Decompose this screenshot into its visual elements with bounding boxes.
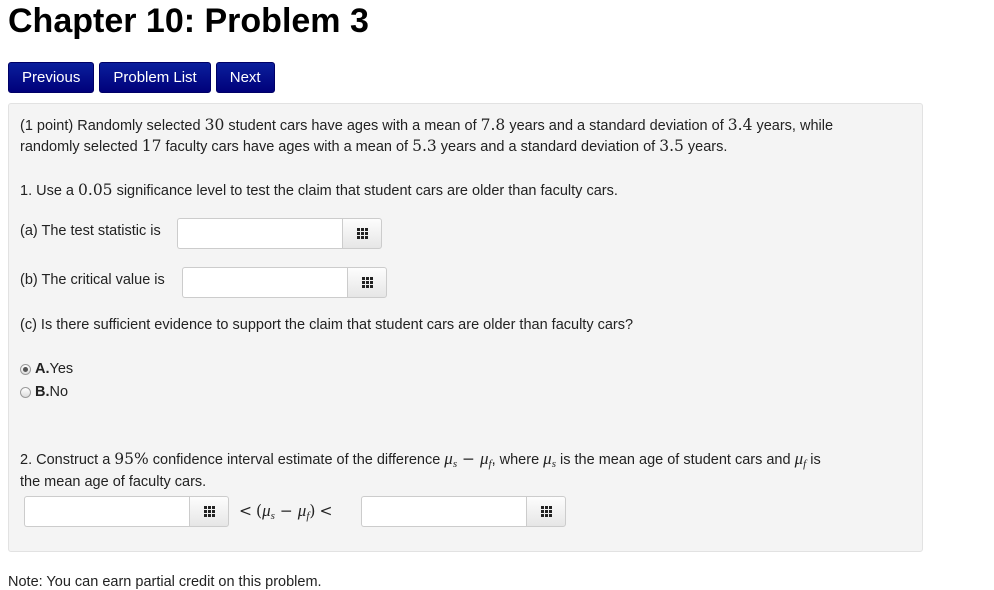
equation-editor-button[interactable] bbox=[347, 267, 387, 298]
part2-instruction-line-2: the mean age of faculty cars. bbox=[20, 474, 207, 490]
keypad-icon bbox=[361, 277, 373, 288]
partial-credit-note: Note: You can earn partial credit on thi… bbox=[8, 574, 322, 590]
test-statistic-label: (a) The test statistic is bbox=[20, 223, 161, 239]
student-mean: 7.8 bbox=[480, 116, 506, 134]
ci-upper-field bbox=[361, 496, 566, 527]
next-button[interactable]: Next bbox=[215, 62, 275, 93]
mu: μ bbox=[444, 449, 453, 468]
radio-button-selected[interactable] bbox=[20, 363, 31, 375]
text: is the mean age of student cars and bbox=[556, 452, 795, 468]
mu: μ bbox=[262, 501, 271, 520]
mu-s: μs bbox=[444, 449, 458, 470]
mu-f: μf bbox=[298, 501, 310, 522]
sub-s: s bbox=[452, 458, 458, 470]
test-statistic-field bbox=[177, 218, 382, 249]
text: years and a standard deviation of bbox=[436, 139, 660, 155]
problem-body: (1 point) Randomly selected 30 student c… bbox=[8, 103, 923, 552]
option-yes[interactable]: A. Yes bbox=[20, 361, 73, 377]
student-sd: 3.4 bbox=[727, 116, 753, 134]
text: , where bbox=[491, 452, 544, 468]
equation-editor-button[interactable] bbox=[342, 218, 382, 249]
option-no[interactable]: B. No bbox=[20, 384, 68, 400]
part2-instruction-line-1: 2. Construct a 95% confidence interval e… bbox=[20, 448, 821, 472]
problem-navigation: Previous Problem List Next bbox=[8, 62, 275, 93]
sub-f: f bbox=[803, 458, 807, 470]
mu: μ bbox=[794, 449, 804, 468]
paren-close: ) bbox=[309, 502, 316, 520]
keypad-icon bbox=[356, 228, 368, 239]
text: confidence interval estimate of the diff… bbox=[148, 452, 445, 468]
part-c-question: (c) Is there sufficient evidence to supp… bbox=[20, 317, 634, 333]
previous-button[interactable]: Previous bbox=[8, 62, 95, 93]
critical-value-label: (b) The critical value is bbox=[20, 272, 165, 288]
text: years, while bbox=[752, 118, 834, 134]
problem-intro-line-1: (1 point) Randomly selected 30 student c… bbox=[20, 115, 833, 137]
text: years and a standard deviation of bbox=[505, 118, 728, 134]
critical-value-field bbox=[182, 267, 387, 298]
text: faculty cars have ages with a mean of bbox=[161, 139, 413, 155]
option-text: No bbox=[49, 384, 69, 400]
sub-f: f bbox=[488, 458, 492, 470]
less-than: < bbox=[239, 502, 252, 520]
ci-upper-input[interactable] bbox=[361, 496, 526, 527]
minus: − bbox=[274, 502, 298, 520]
equation-editor-button[interactable] bbox=[526, 496, 566, 527]
radio-button[interactable] bbox=[20, 386, 31, 398]
faculty-sample-size: 17 bbox=[141, 137, 162, 155]
ci-lower-field bbox=[24, 496, 229, 527]
part1-instruction: 1. Use a 0.05 significance level to test… bbox=[20, 180, 618, 202]
text: (1 point) Randomly selected bbox=[20, 118, 205, 134]
text: 2. Construct a bbox=[20, 452, 115, 468]
problem-intro-line-2: randomly selected 17 faculty cars have a… bbox=[20, 136, 727, 158]
mu-s: μs bbox=[543, 449, 556, 470]
mu: μ bbox=[479, 449, 489, 468]
text: 1. Use a bbox=[20, 183, 79, 199]
mu-f: μf bbox=[794, 449, 807, 470]
problem-list-button[interactable]: Problem List bbox=[99, 62, 211, 93]
text: student cars have ages with a mean of bbox=[224, 118, 481, 134]
text: years. bbox=[683, 139, 728, 155]
text: significance level to test the claim tha… bbox=[112, 183, 618, 199]
equation-editor-button[interactable] bbox=[189, 496, 229, 527]
option-letter: A. bbox=[35, 361, 50, 377]
sub-s: s bbox=[551, 458, 556, 470]
minus: − bbox=[457, 450, 480, 468]
mu: μ bbox=[543, 449, 552, 468]
student-sample-size: 30 bbox=[204, 116, 225, 134]
mu-s: μs bbox=[262, 501, 275, 522]
sub-s: s bbox=[270, 510, 275, 522]
critical-value-input[interactable] bbox=[182, 267, 347, 298]
text: randomly selected bbox=[20, 139, 142, 155]
significance-level: 0.05 bbox=[78, 181, 113, 199]
faculty-sd: 3.5 bbox=[659, 137, 684, 155]
keypad-icon bbox=[540, 506, 552, 517]
ci-lower-input[interactable] bbox=[24, 496, 189, 527]
option-letter: B. bbox=[35, 384, 50, 400]
ci-inequality: < (μs − μf) < bbox=[239, 500, 332, 524]
text: is bbox=[806, 452, 821, 468]
test-statistic-input[interactable] bbox=[177, 218, 342, 249]
less-than: < bbox=[319, 502, 333, 520]
option-text: Yes bbox=[49, 361, 74, 377]
page-title: Chapter 10: Problem 3 bbox=[8, 2, 369, 40]
faculty-mean: 5.3 bbox=[412, 137, 437, 155]
mu-f: μf bbox=[479, 449, 492, 470]
confidence-level: 95% bbox=[114, 450, 149, 468]
sub-f: f bbox=[306, 510, 310, 522]
keypad-icon bbox=[203, 506, 215, 517]
